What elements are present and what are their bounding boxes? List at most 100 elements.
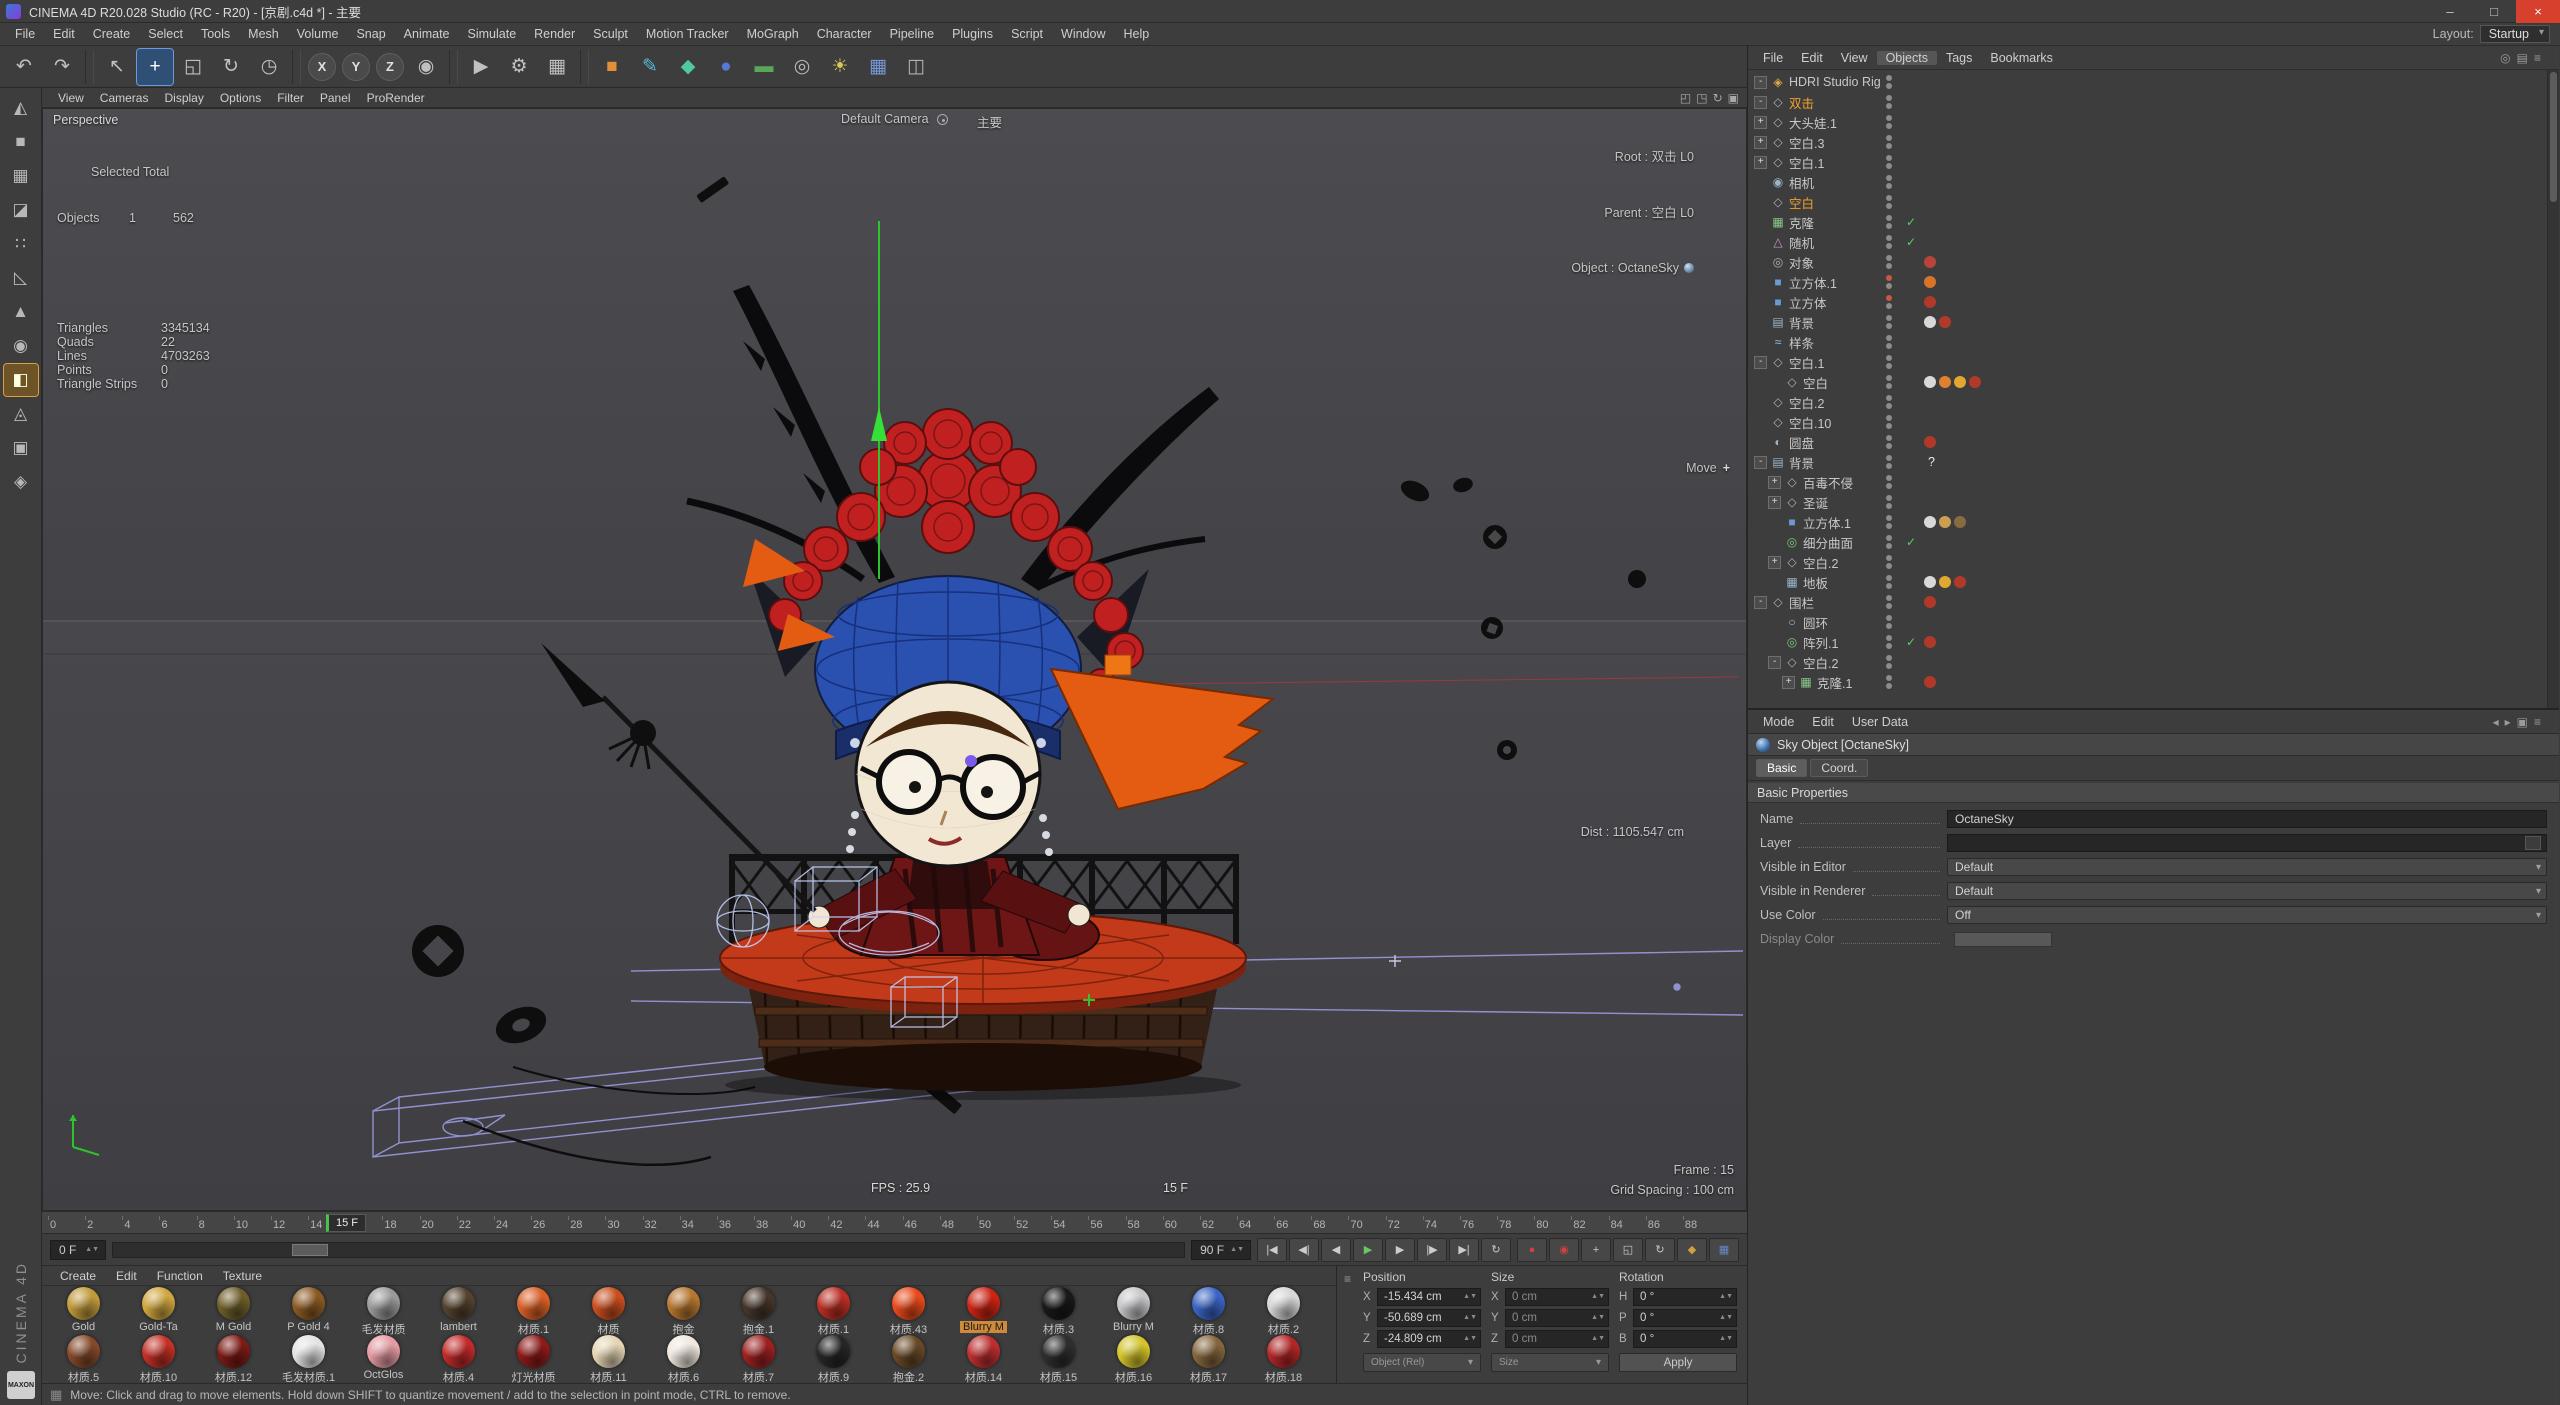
- object-name[interactable]: 对象: [1789, 253, 1814, 272]
- material-preview[interactable]: [217, 1335, 250, 1368]
- toolbar-icon[interactable]: [292, 49, 301, 84]
- object-tree-row[interactable]: - ▤ 背景 ?: [1748, 452, 2559, 472]
- viewport-view-icon[interactable]: ▣: [1728, 91, 1739, 105]
- object-name[interactable]: 空白.2: [1803, 653, 1838, 672]
- material-item[interactable]: 材质.43: [871, 1287, 946, 1335]
- visibility-dots[interactable]: [1886, 555, 1892, 569]
- visibility-dots[interactable]: [1886, 275, 1892, 289]
- transport-button[interactable]: ↻: [1481, 1237, 1511, 1262]
- material-preview[interactable]: [1267, 1335, 1300, 1368]
- tag-icons[interactable]: [1924, 636, 1981, 648]
- object-manager-menu-item[interactable]: Objects: [1876, 50, 1937, 65]
- attribute-tab[interactable]: Coord.: [1810, 759, 1869, 777]
- panel-icon[interactable]: ◎: [2500, 51, 2510, 65]
- material-menu-item[interactable]: Create: [50, 1269, 106, 1283]
- material-item[interactable]: 材质.16: [1096, 1335, 1171, 1383]
- tag-icons[interactable]: [1924, 516, 1981, 528]
- attribute-value[interactable]: Off ▾: [1947, 906, 2547, 924]
- viewport-canvas[interactable]: Perspective Selected Total Objects 1 562…: [42, 108, 1747, 1211]
- camera-selector[interactable]: Default Camera: [841, 112, 948, 126]
- viewport-menu-item[interactable]: Filter: [269, 91, 312, 105]
- object-tree-row[interactable]: ≈ 样条: [1748, 332, 2559, 352]
- viewport-view-icon[interactable]: ◰: [1680, 91, 1691, 105]
- tag-icons[interactable]: [1924, 396, 1981, 408]
- tag-icons[interactable]: [1924, 476, 1981, 488]
- toolbar-icon[interactable]: +: [136, 47, 174, 86]
- toolbar-icon[interactable]: ●: [708, 49, 744, 85]
- side-toolbar-icon[interactable]: ◺: [4, 262, 38, 294]
- object-tree-row[interactable]: + ◇ 空白.3: [1748, 132, 2559, 152]
- side-toolbar-icon[interactable]: ▦: [4, 160, 38, 192]
- object-name[interactable]: 阵列.1: [1803, 633, 1838, 652]
- object-manager-menu-item[interactable]: Bookmarks: [1981, 51, 2062, 65]
- toolbar-icon[interactable]: ◫: [898, 49, 934, 85]
- material-preview[interactable]: [667, 1335, 700, 1368]
- toolbar-icon[interactable]: ↻: [213, 49, 249, 85]
- viewport-menu-item[interactable]: Panel: [312, 91, 359, 105]
- coordinate-field[interactable]: 0 ° ▲▼: [1633, 1288, 1737, 1306]
- material-item[interactable]: 材质.1: [496, 1287, 571, 1335]
- material-item[interactable]: 毛发材质.1: [271, 1335, 346, 1383]
- toolbar-icon[interactable]: Z: [376, 52, 404, 81]
- object-name[interactable]: 立方体.1: [1803, 513, 1851, 532]
- toolbar-icon[interactable]: [449, 49, 458, 84]
- menu-item[interactable]: Animate: [395, 27, 459, 41]
- visibility-dots[interactable]: [1886, 215, 1892, 229]
- visibility-dots[interactable]: [1886, 635, 1892, 649]
- panel-grip-icon[interactable]: ≡: [1344, 1272, 1351, 1286]
- record-button[interactable]: ●: [1517, 1237, 1547, 1262]
- object-name[interactable]: 圆环: [1803, 613, 1828, 632]
- panel-icon[interactable]: ≡: [2534, 51, 2541, 65]
- viewport-menu-item[interactable]: Cameras: [92, 91, 157, 105]
- object-name[interactable]: 随机: [1789, 233, 1814, 252]
- coordinate-footer-control[interactable]: Size ▾: [1491, 1353, 1609, 1372]
- visibility-dots[interactable]: [1886, 375, 1892, 389]
- object-tree-row[interactable]: - ◇ 双击: [1748, 92, 2559, 112]
- tag-icons[interactable]: [1924, 96, 1981, 108]
- toolbar-icon[interactable]: ◷: [251, 49, 287, 85]
- tag-icons[interactable]: [1924, 76, 1981, 88]
- visibility-dots[interactable]: [1886, 535, 1892, 549]
- material-item[interactable]: 材质.5: [46, 1335, 121, 1383]
- menu-item[interactable]: Select: [139, 27, 192, 41]
- object-name[interactable]: 相机: [1789, 173, 1814, 192]
- viewport-view-icon[interactable]: ↻: [1713, 91, 1723, 105]
- expander[interactable]: +: [1754, 115, 1767, 129]
- menu-item[interactable]: Mesh: [239, 27, 288, 41]
- material-preview[interactable]: [67, 1287, 100, 1320]
- record-button[interactable]: +: [1581, 1237, 1611, 1262]
- menu-item[interactable]: MoGraph: [738, 27, 808, 41]
- material-item[interactable]: 毛发材质: [346, 1287, 421, 1335]
- menu-item[interactable]: Snap: [347, 27, 394, 41]
- section-header[interactable]: Basic Properties: [1748, 783, 2559, 803]
- material-preview[interactable]: [817, 1287, 850, 1320]
- layout-select[interactable]: Startup: [2479, 25, 2550, 43]
- menu-item[interactable]: Sculpt: [584, 27, 637, 41]
- object-tree-row[interactable]: + ◇ 空白.1: [1748, 152, 2559, 172]
- material-item[interactable]: OctGlos: [346, 1335, 421, 1383]
- object-name[interactable]: HDRI Studio Rig: [1789, 75, 1881, 89]
- material-item[interactable]: 材质.3: [1021, 1287, 1096, 1335]
- coordinate-field[interactable]: -15.434 cm ▲▼: [1377, 1288, 1481, 1306]
- visibility-dots[interactable]: [1886, 395, 1892, 409]
- object-name[interactable]: 空白.2: [1803, 553, 1838, 572]
- menu-item[interactable]: Volume: [288, 27, 348, 41]
- object-tree-row[interactable]: + ◇ 空白.2: [1748, 552, 2559, 572]
- attribute-value[interactable]: OctaneSky▾: [1947, 810, 2547, 828]
- expander[interactable]: +: [1768, 475, 1781, 489]
- material-item[interactable]: 材质.10: [121, 1335, 196, 1383]
- attribute-value[interactable]: ▾: [1947, 930, 2547, 948]
- object-name[interactable]: 空白.3: [1789, 133, 1824, 152]
- object-tree-row[interactable]: ◉ 相机: [1748, 172, 2559, 192]
- menu-item[interactable]: Help: [1114, 27, 1158, 41]
- visibility-dots[interactable]: [1886, 595, 1892, 609]
- object-tree-row[interactable]: - ◇ 空白.1: [1748, 352, 2559, 372]
- object-name[interactable]: 围栏: [1789, 593, 1814, 612]
- material-preview[interactable]: [1042, 1287, 1075, 1320]
- material-preview[interactable]: [1192, 1335, 1225, 1368]
- tag-icons[interactable]: [1924, 616, 1981, 628]
- transport-button[interactable]: ◀|: [1289, 1237, 1319, 1262]
- material-item[interactable]: Gold: [46, 1287, 121, 1335]
- object-tree-row[interactable]: ■ 立方体.1: [1748, 272, 2559, 292]
- window-button[interactable]: ×: [2516, 0, 2560, 23]
